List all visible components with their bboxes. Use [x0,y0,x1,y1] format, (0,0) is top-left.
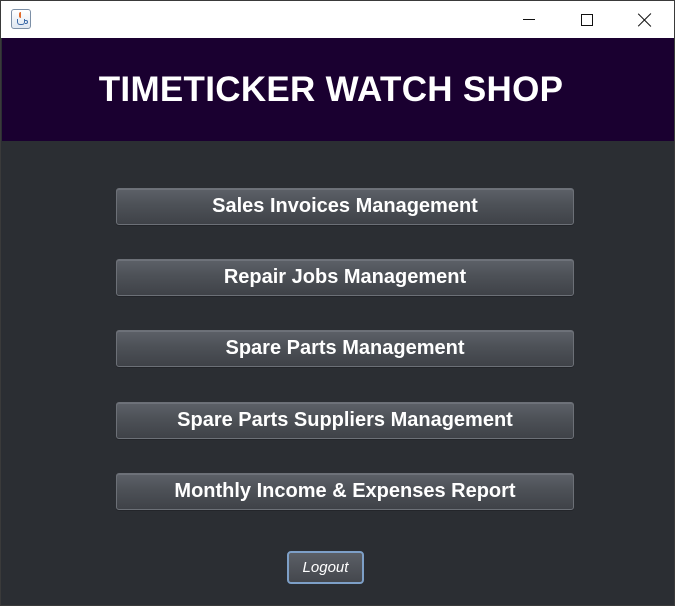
title-bar[interactable] [1,1,674,38]
logout-button[interactable]: Logout [287,551,364,584]
monthly-report-button[interactable]: Monthly Income & Expenses Report [116,473,574,510]
maximize-icon [581,13,593,26]
header-banner: TIMETICKER WATCH SHOP [2,38,674,141]
app-window: TIMETICKER WATCH SHOP Sales Invoices Man… [0,0,675,606]
minimize-icon [523,19,535,20]
close-icon [638,13,652,27]
close-button[interactable] [616,1,674,38]
maximize-button[interactable] [558,1,616,38]
page-title: TIMETICKER WATCH SHOP [98,69,564,109]
sales-invoices-button[interactable]: Sales Invoices Management [116,188,574,225]
repair-jobs-button[interactable]: Repair Jobs Management [116,259,574,296]
spare-parts-suppliers-button[interactable]: Spare Parts Suppliers Management [116,402,574,439]
minimize-button[interactable] [500,1,558,38]
java-app-icon[interactable] [11,9,31,29]
spare-parts-button[interactable]: Spare Parts Management [116,330,574,367]
